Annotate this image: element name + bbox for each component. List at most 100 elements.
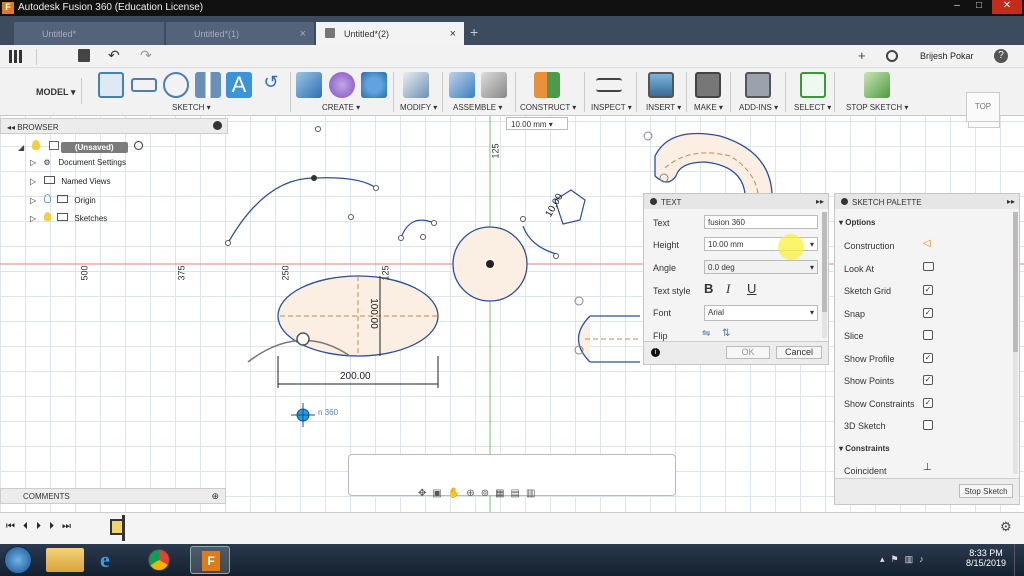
stop-sketch-icon[interactable] <box>864 72 890 98</box>
show-points-checkbox[interactable]: ✓ <box>923 375 933 385</box>
fusion-taskbar-button[interactable]: F <box>190 546 230 574</box>
select-menu[interactable]: SELECT ▾ <box>794 103 831 112</box>
tab-untitled[interactable]: Untitled* <box>14 22 164 45</box>
browser-root[interactable]: ◢ (Unsaved) <box>18 140 143 158</box>
play-icon[interactable]: ⏵ <box>36 521 49 532</box>
comments-panel[interactable]: COMMENTS ⊕ <box>0 488 226 504</box>
inspect-menu[interactable]: INSPECT ▾ <box>591 103 632 112</box>
browser-header[interactable]: ◂◂ BROWSER <box>0 118 228 134</box>
pin-icon[interactable] <box>841 198 848 205</box>
construction-icon[interactable]: ◁ <box>923 238 931 249</box>
orbit-icon[interactable]: ✥ <box>418 488 432 499</box>
volume-icon[interactable]: ♪ <box>919 554 930 564</box>
3d-sketch-checkbox[interactable] <box>923 420 933 430</box>
circle-icon[interactable] <box>163 72 189 98</box>
font-select[interactable]: Arial ▾ <box>704 305 818 321</box>
look-at-icon[interactable]: ▣ <box>432 488 447 499</box>
scrollbar-thumb[interactable] <box>1013 212 1018 352</box>
sketch-grid-checkbox[interactable]: ✓ <box>923 285 933 295</box>
assemble-menu[interactable]: ASSEMBLE ▾ <box>453 103 502 112</box>
active-radio-icon[interactable] <box>133 141 143 150</box>
step-forward-icon[interactable]: ⏵ <box>49 521 62 532</box>
show-profile-checkbox[interactable]: ✓ <box>923 353 933 363</box>
new-component-icon[interactable] <box>449 72 475 98</box>
maximize-button[interactable]: □ <box>966 0 992 14</box>
scripts-icon[interactable] <box>745 72 771 98</box>
flip-vertical-icon[interactable]: ⇅ <box>722 328 730 339</box>
user-name[interactable]: Brijesh Pokar <box>920 51 974 61</box>
project-icon[interactable]: ↺ <box>258 72 284 98</box>
angle-field[interactable]: 0.0 deg ▾ <box>704 260 818 274</box>
coincident-icon[interactable]: ⊥ <box>923 462 932 473</box>
zoom-icon[interactable]: ⊕ <box>466 488 480 499</box>
expand-icon[interactable]: ▸▸ <box>1007 197 1015 206</box>
flag-icon[interactable]: ⚑ <box>891 554 905 564</box>
show-desktop-button[interactable] <box>1014 544 1024 576</box>
app-grid-icon[interactable] <box>9 50 22 63</box>
internet-explorer-icon[interactable]: e <box>100 547 110 573</box>
info-icon[interactable]: i <box>651 348 660 357</box>
modify-menu[interactable]: MODIFY ▾ <box>400 103 437 112</box>
file-explorer-icon[interactable] <box>46 548 84 572</box>
tab-untitled-1[interactable]: Untitled*(1) × <box>166 22 314 45</box>
chrome-icon[interactable] <box>148 549 170 571</box>
measure-icon[interactable] <box>596 78 622 92</box>
timeline-marker[interactable] <box>122 515 125 541</box>
mirror-icon[interactable] <box>195 72 221 98</box>
browser-item-sketches[interactable]: ▷ Sketches <box>30 212 107 230</box>
expand-icon[interactable]: ▸▸ <box>816 197 824 206</box>
construct-menu[interactable]: CONSTRUCT ▾ <box>520 103 576 112</box>
options-section[interactable]: ▾ Options <box>839 218 875 227</box>
system-tray[interactable]: ▴⚑▥♪ <box>880 554 930 565</box>
cancel-button[interactable]: Cancel <box>776 346 822 359</box>
step-back-icon[interactable]: ⏴ <box>23 521 36 532</box>
slice-checkbox[interactable] <box>923 330 933 340</box>
save-icon[interactable] <box>78 49 90 62</box>
undo-icon[interactable]: ↶ <box>108 47 120 64</box>
snap-checkbox[interactable]: ✓ <box>923 308 933 318</box>
grid-icon[interactable]: ▤ <box>511 488 526 499</box>
make-menu[interactable]: MAKE ▾ <box>694 103 723 112</box>
text-tool-icon[interactable]: A <box>226 72 252 98</box>
visibility-bulb-icon[interactable] <box>44 212 52 221</box>
go-to-end-icon[interactable]: ⏭ <box>62 521 79 532</box>
browser-item-origin[interactable]: ▷ Origin <box>30 194 96 212</box>
add-ins-menu[interactable]: ADD-INS ▾ <box>739 103 778 112</box>
italic-button[interactable]: I <box>726 281 730 297</box>
navigation-bar[interactable]: ✥▣✋⊕⊚▦▤▥ <box>418 488 606 502</box>
create-sketch-icon[interactable] <box>98 72 124 98</box>
close-tab-icon[interactable]: × <box>300 28 306 40</box>
sphere-mesh-icon[interactable] <box>329 72 355 98</box>
extrude-icon[interactable] <box>296 72 322 98</box>
network-icon[interactable]: ▥ <box>905 554 920 564</box>
3d-print-icon[interactable] <box>695 72 721 98</box>
job-status-icon[interactable] <box>886 50 898 62</box>
add-icon[interactable]: + <box>858 48 866 63</box>
underline-button[interactable]: U <box>747 281 756 296</box>
visibility-bulb-icon[interactable] <box>44 194 52 203</box>
display-icon[interactable]: ▦ <box>495 488 510 499</box>
browser-item-document-settings[interactable]: ▷ ⚙ Document Settings <box>30 158 126 176</box>
tab-untitled-2[interactable]: Untitled*(2) × <box>316 22 464 45</box>
viewcube-top[interactable]: TOP <box>966 92 1000 122</box>
close-window-button[interactable]: ✕ <box>992 0 1022 14</box>
sketch-menu[interactable]: SKETCH ▾ <box>172 103 211 112</box>
offset-plane-icon[interactable] <box>534 72 560 98</box>
browser-item-named-views[interactable]: ▷ Named Views <box>30 176 111 194</box>
rectangle-icon[interactable] <box>131 78 157 92</box>
close-tab-icon[interactable]: × <box>450 28 456 40</box>
workspace-switcher[interactable]: MODEL ▾ <box>12 78 82 104</box>
width-dimension[interactable]: 200.00 <box>340 371 371 382</box>
go-to-start-icon[interactable]: ⏮ <box>6 521 23 532</box>
viewports-icon[interactable]: ▥ <box>526 488 541 499</box>
height-dimension[interactable]: 100.00 <box>368 298 379 329</box>
sketch-palette-header[interactable]: SKETCH PALETTE ▸▸ <box>835 194 1019 209</box>
scrollbar-thumb[interactable] <box>822 212 827 312</box>
joint-icon[interactable] <box>481 72 507 98</box>
stop-sketch-menu[interactable]: STOP SKETCH ▾ <box>846 103 908 112</box>
create-menu[interactable]: CREATE ▾ <box>322 103 360 112</box>
height-input[interactable]: 10.00 mm ▾ <box>506 117 568 130</box>
timeline-controls[interactable]: ⏮⏴⏵⏵⏭ <box>6 521 79 532</box>
text-dialog-header[interactable]: TEXT ▸▸ <box>644 194 828 209</box>
pattern-icon[interactable] <box>361 72 387 98</box>
